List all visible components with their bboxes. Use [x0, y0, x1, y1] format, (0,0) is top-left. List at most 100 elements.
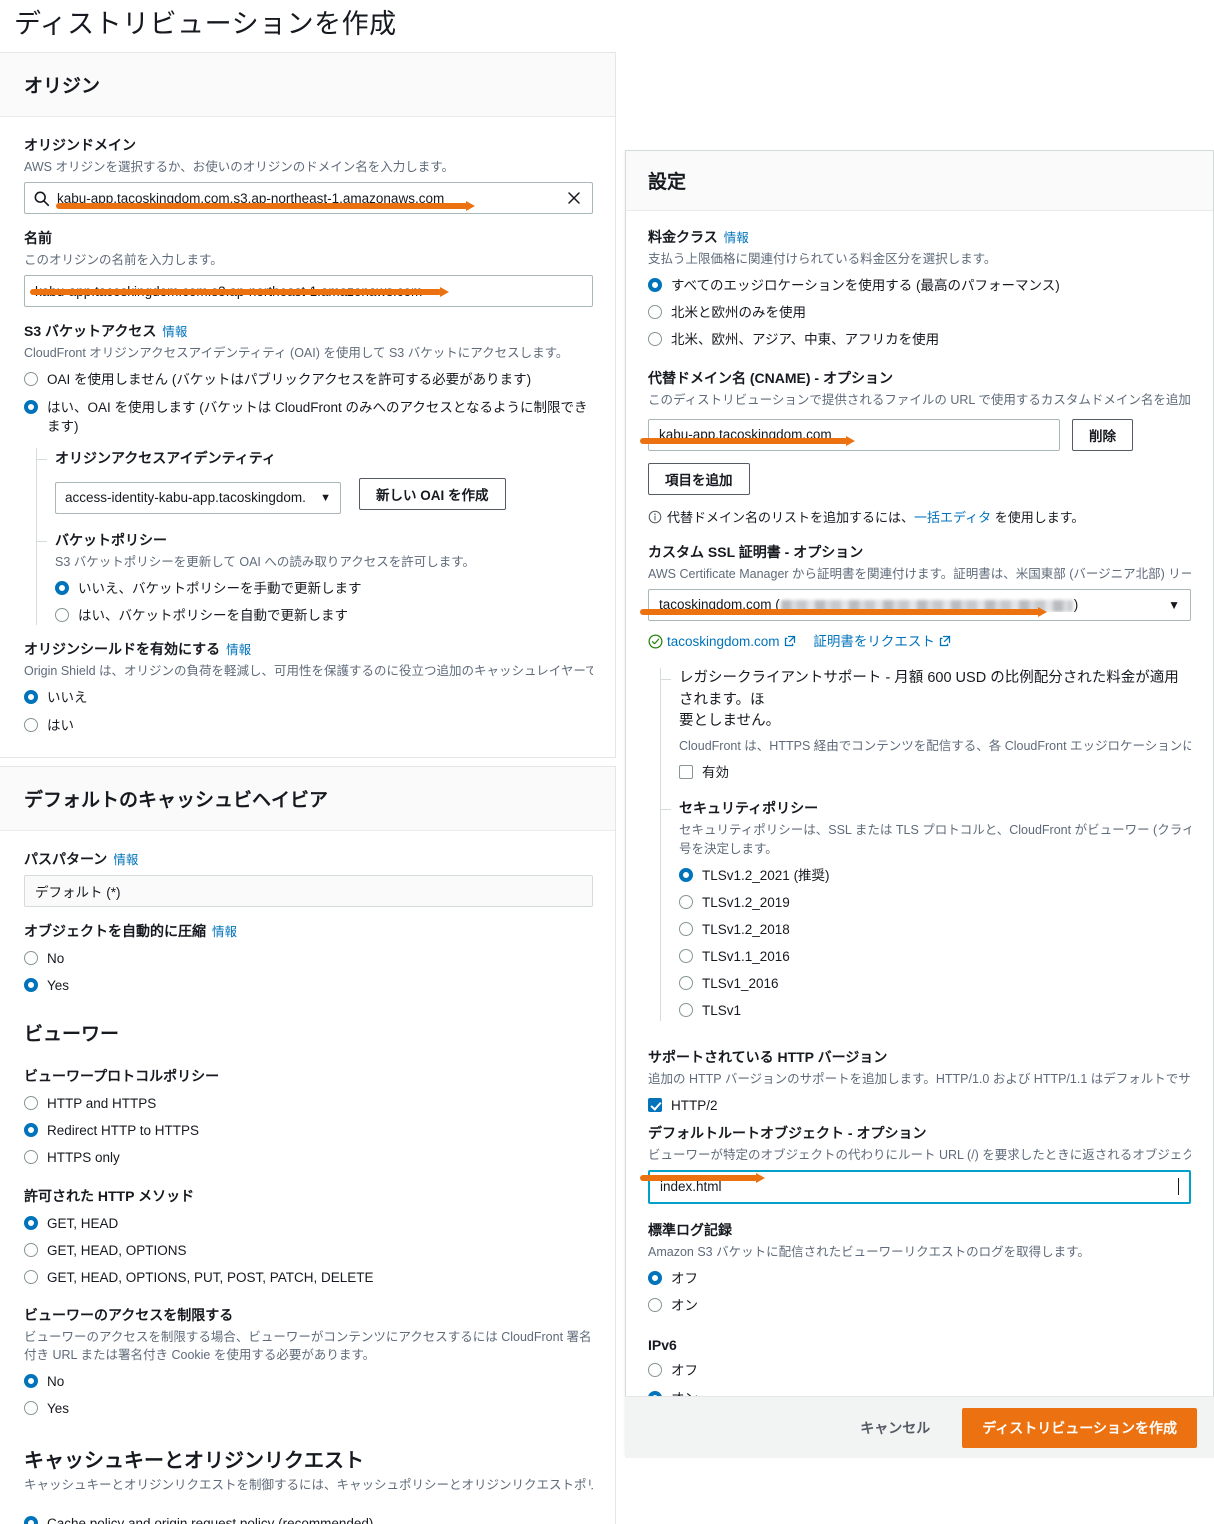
compress-option-no[interactable]: No [24, 949, 593, 968]
create-oai-button[interactable]: 新しい OAI を作成 [359, 477, 506, 510]
checkbox-icon[interactable] [679, 765, 693, 780]
bulk-editor-link[interactable]: 一括エディタ [914, 510, 991, 525]
external-link-icon [784, 635, 795, 646]
origin-domain-label: オリジンドメイン [24, 137, 136, 153]
radio-icon[interactable] [679, 1003, 693, 1018]
radio-icon[interactable] [648, 278, 662, 293]
viewer-protocol-label: ビューワープロトコルポリシー [24, 1068, 220, 1085]
radio-icon[interactable] [24, 1096, 38, 1111]
oai-select[interactable]: access-identity-kabu-app.tacoskingdom. ▼ [55, 481, 341, 514]
legacy-client-support-checkbox-row[interactable]: 有効 [679, 763, 1191, 782]
radio-icon[interactable] [679, 976, 693, 991]
price-class-option-na-eu-asia[interactable]: 北米、欧州、アジア、中東、アフリカを使用 [648, 330, 1191, 349]
security-policy-option-tlsv1-2016[interactable]: TLSv1_2016 [679, 974, 1191, 993]
path-pattern-info-link[interactable]: 情報 [113, 853, 138, 867]
radio-icon[interactable] [24, 1150, 38, 1165]
create-distribution-button[interactable]: ディストリビューションを作成 [962, 1407, 1197, 1448]
price-class-option-label: 北米、欧州、アジア、中東、アフリカを使用 [671, 332, 940, 348]
price-class-option-all[interactable]: すべてのエッジロケーションを使用する (最高のパフォーマンス) [648, 276, 1191, 295]
radio-icon[interactable] [648, 1363, 662, 1378]
chevron-down-icon: ▼ [320, 491, 331, 504]
s3-access-option-label: OAI を使用しません (バケットはパブリックアクセスを許可する必要があります) [47, 372, 532, 388]
viewer-protocol-option-https-only[interactable]: HTTPS only [24, 1148, 593, 1167]
radio-icon[interactable] [24, 1373, 38, 1388]
cancel-button[interactable]: キャンセル [850, 1410, 940, 1446]
close-icon[interactable] [566, 190, 582, 206]
bucket-policy-option-manual[interactable]: いいえ、バケットポリシーを手動で更新します [55, 579, 593, 598]
origin-shield-info-link[interactable]: 情報 [226, 643, 251, 657]
radio-icon[interactable] [679, 894, 693, 909]
settings-panel-footer: キャンセル ディストリビューションを作成 [625, 1396, 1214, 1458]
http-methods-option-get-head[interactable]: GET, HEAD [24, 1214, 593, 1233]
viewer-protocol-option-label: HTTPS only [47, 1150, 120, 1166]
ipv6-option-off[interactable]: オフ [648, 1361, 1191, 1380]
s3-access-info-link[interactable]: 情報 [162, 325, 187, 339]
origin-domain-input[interactable]: kabu-app.tacoskingdom.com.s3.ap-northeas… [24, 182, 593, 215]
logging-label: 標準ログ記録 [648, 1221, 732, 1238]
cache-key-option-policy[interactable]: Cache policy and origin request policy (… [24, 1514, 593, 1524]
checkbox-icon[interactable] [648, 1097, 662, 1112]
s3-access-option-use-oai[interactable]: はい、OAI を使用します (バケットは CloudFront のみへのアクセス… [24, 398, 593, 436]
radio-icon[interactable] [648, 332, 662, 347]
logging-option-off[interactable]: オフ [648, 1269, 1191, 1288]
request-certificate-link[interactable]: 証明書をリクエスト [813, 634, 935, 649]
radio-icon[interactable] [24, 1242, 38, 1257]
logging-option-on[interactable]: オン [648, 1296, 1191, 1315]
radio-icon[interactable] [55, 580, 69, 595]
certificate-domain-link[interactable]: tacoskingdom.com [667, 634, 780, 649]
root-object-value: index.html [660, 1179, 722, 1195]
radio-icon[interactable] [24, 1516, 38, 1524]
http-methods-label: 許可された HTTP メソッド [24, 1187, 195, 1204]
restrict-viewer-option-no[interactable]: No [24, 1372, 593, 1391]
radio-icon[interactable] [679, 921, 693, 936]
ssl-cert-desc: AWS Certificate Manager から証明書を関連付けます。証明書… [648, 566, 1191, 581]
http-methods-option-get-head-options[interactable]: GET, HEAD, OPTIONS [24, 1241, 593, 1260]
cname-add-item-button[interactable]: 項目を追加 [648, 462, 750, 495]
radio-icon[interactable] [648, 1298, 662, 1313]
origin-card: オリジン オリジンドメイン AWS オリジンを選択するか、お使いのオリジンのドメ… [0, 52, 616, 758]
origin-name-input[interactable]: kabu-app.tacoskingdom.com.s3.ap-northeas… [24, 275, 593, 308]
legacy-client-support-checkbox-label: 有効 [702, 765, 729, 781]
security-policy-option-tlsv1[interactable]: TLSv1 [679, 1001, 1191, 1020]
compress-option-yes[interactable]: Yes [24, 976, 593, 995]
restrict-viewer-option-yes[interactable]: Yes [24, 1399, 593, 1418]
radio-icon[interactable] [24, 1215, 38, 1230]
viewer-protocol-option-http-and-https[interactable]: HTTP and HTTPS [24, 1094, 593, 1113]
compress-info-link[interactable]: 情報 [212, 925, 237, 939]
ssl-cert-select[interactable]: tacoskingdom.com () ▼ [648, 588, 1191, 621]
http-version-checkbox-label: HTTP/2 [671, 1097, 718, 1113]
radio-icon[interactable] [24, 1401, 38, 1416]
http-version-checkbox-row[interactable]: HTTP/2 [648, 1096, 1191, 1115]
bucket-policy-option-auto[interactable]: はい、バケットポリシーを自動で更新します [55, 606, 593, 625]
cname-delete-button[interactable]: 削除 [1072, 418, 1133, 451]
s3-access-option-no-oai[interactable]: OAI を使用しません (バケットはパブリックアクセスを許可する必要があります) [24, 370, 593, 389]
http-methods-option-all[interactable]: GET, HEAD, OPTIONS, PUT, POST, PATCH, DE… [24, 1268, 593, 1287]
radio-icon[interactable] [24, 372, 38, 387]
radio-icon[interactable] [24, 950, 38, 965]
ipv6-option-label: オフ [671, 1363, 698, 1379]
radio-icon[interactable] [55, 608, 69, 623]
radio-icon[interactable] [648, 1271, 662, 1286]
radio-icon[interactable] [648, 305, 662, 320]
price-class-option-na-eu[interactable]: 北米と欧州のみを使用 [648, 303, 1191, 322]
origin-shield-option-no[interactable]: いいえ [24, 688, 593, 707]
radio-icon[interactable] [24, 717, 38, 732]
radio-icon[interactable] [24, 977, 38, 992]
security-policy-option-tlsv12-2021[interactable]: TLSv1.2_2021 (推奨) [679, 866, 1191, 885]
radio-icon[interactable] [679, 949, 693, 964]
radio-icon[interactable] [24, 399, 38, 414]
security-policy-option-tlsv12-2019[interactable]: TLSv1.2_2019 [679, 893, 1191, 912]
origin-shield-option-yes[interactable]: はい [24, 716, 593, 735]
root-object-input[interactable]: index.html [648, 1169, 1191, 1204]
radio-icon[interactable] [24, 1269, 38, 1284]
cache-key-option-label: Cache policy and origin request policy (… [47, 1516, 374, 1524]
radio-icon[interactable] [24, 1123, 38, 1138]
security-policy-option-tlsv12-2018[interactable]: TLSv1.2_2018 [679, 920, 1191, 939]
radio-icon[interactable] [679, 867, 693, 882]
price-class-info-link[interactable]: 情報 [724, 231, 749, 245]
viewer-protocol-option-redirect[interactable]: Redirect HTTP to HTTPS [24, 1121, 593, 1140]
security-policy-option-tlsv11-2016[interactable]: TLSv1.1_2016 [679, 947, 1191, 966]
cname-input[interactable]: kabu-app.tacoskingdom.com [648, 418, 1060, 451]
radio-icon[interactable] [24, 690, 38, 705]
origin-domain-value: kabu-app.tacoskingdom.com.s3.ap-northeas… [57, 190, 445, 206]
